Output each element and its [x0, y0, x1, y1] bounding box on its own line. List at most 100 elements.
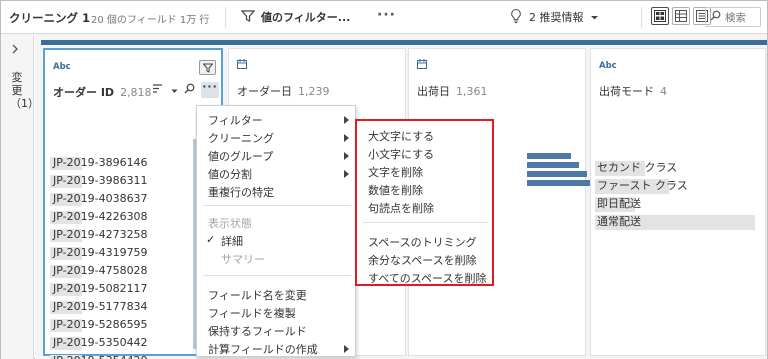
value-label: JP-2019-4758028: [53, 264, 148, 277]
submenu-arrow-icon: [344, 345, 349, 353]
profile-view-icon: [654, 10, 666, 22]
value-row[interactable]: JP-2019-5177834: [50, 298, 148, 316]
calendar-icon: [237, 59, 247, 72]
field-count: 4: [660, 85, 667, 98]
value-row[interactable]: JP-2019-4273258: [50, 226, 148, 244]
value-row[interactable]: 通常配送: [595, 213, 755, 231]
field-name: 出荷モード 4: [599, 83, 667, 99]
value-label: JP-2019-5286595: [53, 318, 148, 331]
field-name: オーダー ID 2,818: [53, 84, 152, 100]
value-label: セカンド クラス: [597, 161, 678, 174]
filter-values-button[interactable]: 値のフィルター...: [240, 7, 351, 27]
menu-item-filter[interactable]: フィルター: [208, 112, 263, 128]
value-list: JP-2019-3896146 JP-2019-3986311 JP-2019-40…: [50, 154, 148, 359]
menu-item-identify-duplicates[interactable]: 重複行の特定: [208, 184, 274, 200]
menu-item-duplicate-field[interactable]: フィールドを複製: [208, 305, 296, 321]
value-row[interactable]: JP-2019-4319759: [50, 244, 148, 262]
value-row[interactable]: JP-2019-3896146: [50, 154, 148, 172]
menu-item-create-calculated-field[interactable]: 計算フィールドの作成: [208, 341, 318, 357]
value-list: セカンド クラスファースト クラス即日配送通常配送: [595, 159, 755, 231]
field-controls: ···: [153, 81, 219, 98]
value-row[interactable]: JP-2019-5350442: [50, 334, 148, 352]
app-window: クリーニング 1 20 個のフィールド 1万 行 値のフィルター... ··· …: [0, 0, 768, 359]
lightbulb-icon: [509, 8, 523, 27]
string-type-icon: Abc: [599, 61, 617, 71]
submenu-item-remove-numbers[interactable]: 数値を削除: [368, 182, 423, 198]
menu-item-rename-field[interactable]: フィールド名を変更: [208, 287, 307, 303]
recommendations-label: 2 推奨情報: [529, 11, 584, 24]
value-label: JP-2019-5350442: [53, 336, 148, 349]
chevron-right-icon[interactable]: [11, 44, 19, 57]
menu-header-view-state: 表示状態: [208, 217, 252, 230]
value-row[interactable]: JP-2019-5354420: [50, 352, 148, 359]
submenu-arrow-icon: [344, 170, 349, 178]
menu-item-group-values[interactable]: 値のグループ: [208, 148, 273, 164]
submenu-item-remove-punctuation[interactable]: 句読点を削除: [368, 200, 434, 216]
histogram-bar: [527, 171, 587, 177]
value-label: JP-2019-4319759: [53, 246, 148, 259]
histogram-bar: [527, 162, 579, 168]
submenu-arrow-icon: [344, 152, 349, 160]
submenu-item-remove-all-spaces[interactable]: すべてのスペースを削除: [368, 270, 486, 286]
check-icon: ✓: [206, 233, 216, 246]
value-row[interactable]: JP-2019-4758028: [50, 262, 148, 280]
field-count: 1,239: [298, 85, 330, 98]
value-row[interactable]: 即日配送: [595, 195, 688, 213]
recommendations-button[interactable]: 2 推奨情報: [509, 7, 599, 27]
filter-icon[interactable]: [199, 60, 216, 75]
profile-view-button[interactable]: [651, 7, 669, 25]
value-label: JP-2019-5354420: [53, 354, 148, 359]
menu-item-keep-field[interactable]: 保持するフィールド: [208, 323, 307, 339]
value-label: JP-2019-5082117: [53, 282, 148, 295]
toolbar-divider: [641, 7, 642, 28]
toolbar-more-button[interactable]: ···: [377, 7, 396, 23]
value-label: JP-2019-4273258: [53, 228, 148, 241]
field-count: 1,361: [456, 85, 488, 98]
value-row[interactable]: JP-2019-4038637: [50, 190, 148, 208]
submenu-item-remove-letters[interactable]: 文字を削除: [368, 164, 423, 180]
value-row[interactable]: JP-2019-5082117: [50, 280, 148, 298]
sort-chevron-down-icon[interactable]: [171, 84, 178, 97]
filter-icon: [240, 9, 256, 26]
value-row[interactable]: JP-2019-5286595: [50, 316, 148, 334]
menu-item-detail[interactable]: 詳細: [221, 233, 243, 249]
field-count: 2,818: [120, 86, 152, 99]
view-switcher: [651, 7, 711, 25]
cleaning-submenu: 大文字にする 小文字にする 文字を削除 数値を削除 句読点を削除 スペースのトリ…: [355, 119, 494, 286]
toolbar: クリーニング 1 20 個のフィールド 1万 行 値のフィルター... ··· …: [1, 1, 767, 34]
submenu-item-uppercase[interactable]: 大文字にする: [368, 128, 434, 144]
string-type-icon: Abc: [53, 62, 71, 72]
sort-icon[interactable]: [153, 83, 165, 97]
value-row[interactable]: JP-2019-3986311: [50, 172, 148, 190]
search-placeholder: 検索: [725, 11, 746, 24]
field-card-ship-mode[interactable]: Abc 出荷モード 4 セカンド クラスファースト クラス即日配送通常配送: [590, 48, 766, 356]
submenu-item-trim-spaces[interactable]: スペースのトリミング: [368, 234, 477, 250]
step-title: クリーニング 1: [9, 11, 91, 25]
table-view-button[interactable]: [672, 7, 690, 25]
value-label: JP-2019-4038637: [53, 192, 148, 205]
histogram-bar: [527, 153, 571, 159]
menu-divider: [203, 275, 351, 276]
menu-item-split-values[interactable]: 値の分割: [208, 166, 252, 182]
value-row[interactable]: JP-2019-4226308: [50, 208, 148, 226]
field-name-label: 出荷モード: [599, 85, 654, 98]
step-meta: 20 個のフィールド 1万 行: [91, 15, 210, 26]
search-icon: [710, 10, 721, 24]
search-input[interactable]: 検索: [705, 7, 761, 27]
submenu-item-remove-extra-spaces[interactable]: 余分なスペースを削除: [368, 252, 477, 268]
value-row[interactable]: セカンド クラス: [595, 159, 688, 177]
value-label: 即日配送: [597, 197, 641, 210]
table-view-icon: [675, 10, 687, 22]
field-name: オーダー日 1,239: [237, 83, 330, 99]
value-row[interactable]: ファースト クラス: [595, 177, 688, 195]
menu-item-cleaning[interactable]: クリーニング: [208, 130, 274, 146]
menu-divider: [203, 205, 351, 206]
filter-values-label: 値のフィルター...: [261, 11, 351, 24]
submenu-item-lowercase[interactable]: 小文字にする: [368, 146, 434, 162]
search-icon[interactable]: [184, 83, 195, 97]
more-options-button[interactable]: ···: [201, 81, 219, 98]
changes-pane[interactable]: 変更（1）: [1, 34, 39, 359]
calendar-icon: [417, 59, 427, 72]
field-name: 出荷日 1,361: [417, 83, 488, 99]
menu-item-summary[interactable]: サマリー: [221, 251, 265, 267]
